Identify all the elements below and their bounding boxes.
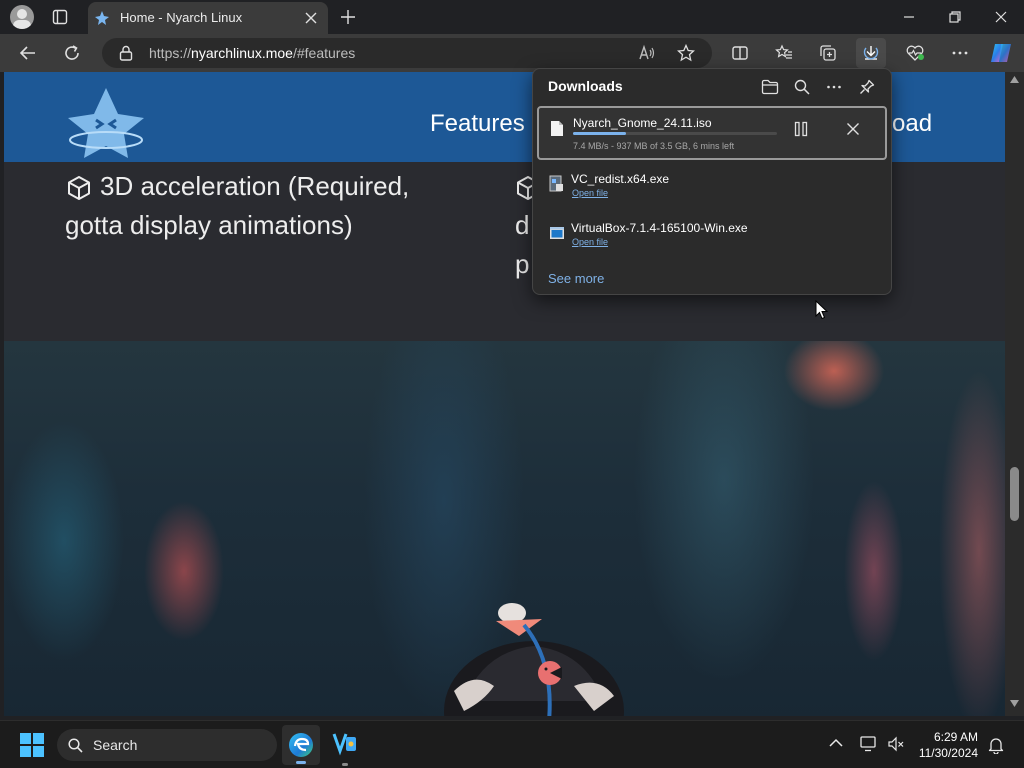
profile-icon[interactable]: [10, 5, 34, 29]
favorites-button[interactable]: [769, 38, 799, 68]
pause-download-button[interactable]: [793, 121, 809, 137]
download-status: 7.4 MB/s - 937 MB of 3.5 GB, 6 mins left: [573, 141, 735, 151]
more-icon: [952, 51, 968, 55]
browser-toolbar: https://nyarchlinux.moe/#features: [0, 34, 1024, 72]
split-screen-button[interactable]: [725, 38, 755, 68]
network-icon[interactable]: [860, 736, 878, 752]
open-file-link[interactable]: Open file: [572, 188, 608, 198]
back-icon: [19, 46, 35, 60]
feature-text-right-line2: d: [515, 210, 530, 240]
taskbar-edge-button[interactable]: [282, 725, 320, 765]
split-screen-icon: [732, 46, 748, 60]
favorite-star-icon[interactable]: [677, 44, 695, 62]
search-icon: [794, 79, 810, 95]
virtualbox-icon: [550, 227, 564, 239]
search-icon: [68, 738, 83, 753]
more-icon: [827, 85, 841, 89]
chevron-up-icon[interactable]: [829, 738, 843, 748]
minimize-button[interactable]: [886, 0, 932, 34]
download-filename: VirtualBox-7.1.4-165100-Win.exe: [571, 221, 748, 235]
windows-taskbar: Search 6:29 AM 11/30/2024: [0, 720, 1024, 768]
cube-icon: [66, 175, 92, 201]
close-tab-icon[interactable]: [304, 11, 318, 25]
collections-icon: [820, 45, 836, 61]
more-menu-button[interactable]: [945, 38, 975, 68]
read-aloud-icon[interactable]: [638, 44, 656, 62]
url-text[interactable]: https://nyarchlinux.moe/#features: [149, 45, 355, 61]
back-button[interactable]: [13, 38, 43, 68]
download-item-vc-redist[interactable]: VC_redist.x64.exe Open file: [537, 166, 887, 216]
browser-essentials-button[interactable]: [900, 38, 930, 68]
nav-features-link[interactable]: Features: [430, 110, 525, 138]
downloads-icon: [863, 46, 879, 60]
nyarch-logo-icon: [94, 10, 110, 26]
taskbar-search-box[interactable]: Search: [57, 729, 277, 761]
open-file-link[interactable]: Open file: [572, 237, 608, 247]
system-clock[interactable]: 6:29 AM 11/30/2024: [912, 729, 978, 761]
see-more-link[interactable]: See more: [548, 271, 604, 286]
anime-girl-illustration: [444, 603, 624, 716]
copilot-icon: [991, 44, 1011, 62]
clock-date: 11/30/2024: [918, 746, 978, 760]
taskbar-search-label: Search: [93, 737, 138, 753]
browser-essentials-icon: [906, 45, 924, 61]
feature-text-3d-line2: gotta display animations): [65, 210, 353, 240]
clock-time: 6:29 AM: [933, 730, 978, 744]
download-item-virtualbox[interactable]: VirtualBox-7.1.4-165100-Win.exe Open fil…: [537, 215, 887, 265]
mouse-cursor-icon: [815, 300, 829, 320]
collections-button[interactable]: [813, 38, 843, 68]
pin-downloads-button[interactable]: [855, 75, 879, 99]
notification-bell-icon[interactable]: [988, 736, 1004, 754]
restore-button[interactable]: [932, 0, 978, 34]
installer-file-icon: [549, 175, 563, 192]
tab-home-nyarch-linux[interactable]: Home - Nyarch Linux: [88, 2, 328, 34]
page-scrollbar[interactable]: [1005, 72, 1024, 716]
close-icon: [847, 123, 859, 135]
hero-illustration: [4, 341, 1005, 716]
open-downloads-folder-button[interactable]: [758, 75, 782, 99]
refresh-button[interactable]: [57, 38, 87, 68]
folder-icon: [761, 79, 779, 95]
new-tab-icon[interactable]: [340, 9, 356, 25]
edge-icon: [289, 733, 313, 757]
file-icon: [551, 121, 563, 136]
download-filename: VC_redist.x64.exe: [571, 172, 670, 186]
search-downloads-button[interactable]: [790, 75, 814, 99]
nyarch-site-logo-icon[interactable]: [66, 84, 146, 160]
url-scheme: https://: [149, 45, 192, 61]
url-path: /#features: [292, 45, 356, 61]
downloads-title: Downloads: [548, 78, 623, 94]
downloads-panel: Downloads Nyarch_Gnome_24.11.iso 7.4 MB/…: [532, 68, 892, 295]
favorites-icon: [775, 44, 792, 59]
refresh-icon: [65, 45, 79, 60]
download-item-nyarch-iso[interactable]: Nyarch_Gnome_24.11.iso 7.4 MB/s - 937 MB…: [537, 106, 887, 160]
scroll-up-arrow-icon[interactable]: [1010, 76, 1019, 83]
download-progress-bar: [573, 132, 777, 135]
volume-muted-icon[interactable]: [888, 736, 904, 752]
close-window-button[interactable]: [978, 0, 1024, 34]
pause-icon: [794, 121, 808, 137]
virtualbox-taskbar-icon: [332, 733, 356, 756]
feature-text-3d-line1: 3D acceleration (Required,: [100, 171, 410, 201]
cancel-download-button[interactable]: [846, 122, 860, 136]
tab-title: Home - Nyarch Linux: [120, 10, 243, 25]
downloads-more-options-button[interactable]: [822, 75, 846, 99]
tab-actions-icon[interactable]: [52, 9, 68, 25]
download-filename: Nyarch_Gnome_24.11.iso: [573, 116, 712, 130]
copilot-button[interactable]: [986, 38, 1016, 68]
windows-start-icon[interactable]: [20, 733, 44, 757]
tab-strip: Home - Nyarch Linux: [0, 0, 1024, 34]
scroll-down-arrow-icon[interactable]: [1010, 700, 1019, 707]
downloads-button[interactable]: [856, 38, 886, 68]
download-progress-fill: [573, 132, 627, 135]
address-bar[interactable]: https://nyarchlinux.moe/#features: [102, 38, 712, 68]
taskbar-app-icon[interactable]: [332, 731, 358, 766]
pin-icon: [860, 79, 875, 94]
feature-text-right-line3: p: [515, 249, 530, 279]
url-host: nyarchlinux.moe: [191, 45, 293, 61]
nav-download-link[interactable]: oad: [892, 110, 932, 138]
scrollbar-thumb[interactable]: [1010, 467, 1019, 521]
lock-icon[interactable]: [119, 45, 133, 61]
